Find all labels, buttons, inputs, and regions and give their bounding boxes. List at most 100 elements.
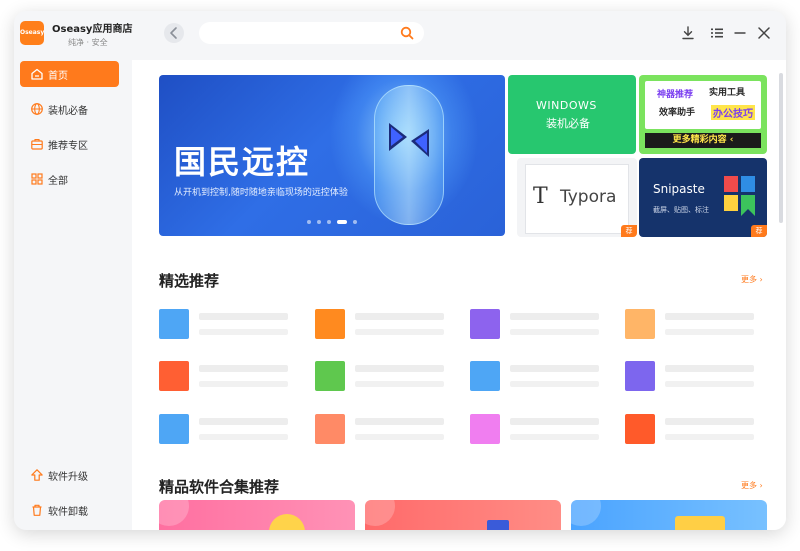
banner-title: 国民远控 — [174, 143, 311, 181]
app-card[interactable] — [625, 361, 765, 393]
carousel-dots — [307, 220, 357, 224]
app-card[interactable] — [625, 414, 765, 446]
app-icon — [470, 309, 500, 339]
close-button[interactable] — [756, 25, 772, 41]
collection-card[interactable] — [159, 500, 355, 530]
app-desc-placeholder — [355, 434, 444, 440]
app-card[interactable] — [159, 309, 299, 341]
tile-text: 效率助手 — [659, 108, 696, 118]
app-card[interactable] — [470, 361, 610, 393]
sidebar-item-recommended[interactable]: 推荐专区 — [20, 131, 119, 157]
back-button[interactable] — [164, 23, 184, 43]
app-desc-placeholder — [510, 381, 599, 387]
grid-icon — [30, 172, 44, 186]
app-icon — [159, 361, 189, 391]
app-name-placeholder — [665, 418, 754, 425]
collection-illustration — [269, 514, 305, 530]
app-name-placeholder — [510, 313, 599, 320]
tile-inner-card: 神器推荐 实用工具 效率助手 办公技巧 — [645, 81, 761, 129]
more-link-featured[interactable]: 更多 › — [741, 274, 763, 285]
carousel-dot[interactable] — [353, 220, 357, 224]
menu-button[interactable] — [709, 25, 725, 41]
recommend-badge: 荐 — [621, 225, 637, 237]
app-icon — [625, 309, 655, 339]
hero-banner[interactable]: 国民远控 从开机到控制,随时随地亲临现场的远控体验 — [159, 75, 505, 236]
app-icon — [315, 414, 345, 444]
carousel-dot[interactable] — [307, 220, 311, 224]
app-card[interactable] — [470, 414, 610, 446]
download-icon — [682, 26, 694, 40]
collection-illustration — [675, 516, 725, 530]
tile-more-bar: 更多精彩内容 ‹ — [645, 133, 761, 148]
app-desc-placeholder — [510, 434, 599, 440]
app-desc-placeholder — [665, 381, 754, 387]
tile-app-name: Snipaste — [653, 182, 705, 196]
app-card[interactable] — [625, 309, 765, 341]
remote-control-logo-icon — [389, 123, 429, 157]
app-desc-placeholder — [510, 329, 599, 335]
scrollbar[interactable] — [779, 73, 783, 223]
tile-text: 神器推荐 — [657, 90, 694, 100]
sidebar-item-all[interactable]: 全部 — [20, 166, 119, 192]
minimize-icon — [734, 32, 746, 34]
collection-card[interactable] — [571, 500, 767, 530]
section-title-collections: 精品软件合集推荐 — [159, 478, 280, 496]
sidebar-item-upgrade[interactable]: 软件升级 — [20, 462, 119, 488]
tile-typora[interactable]: T Typora 荐 — [517, 158, 637, 237]
app-name-placeholder — [510, 365, 599, 372]
carousel-dot-active[interactable] — [337, 220, 347, 224]
tile-text: 办公技巧 — [711, 105, 755, 120]
typora-logo: T — [533, 184, 548, 209]
app-tagline: 纯净 · 安全 — [68, 38, 108, 47]
banner-subtitle: 从开机到控制,随时随地亲临现场的远控体验 — [174, 188, 348, 198]
app-name-placeholder — [355, 313, 444, 320]
carousel-dot[interactable] — [327, 220, 331, 224]
app-icon — [159, 309, 189, 339]
download-button[interactable] — [680, 25, 696, 41]
app-card[interactable] — [315, 361, 455, 393]
app-card[interactable] — [470, 309, 610, 341]
collection-card[interactable] — [365, 500, 561, 530]
tile-title: WINDOWS — [536, 99, 597, 112]
sidebar: 首页 装机必备 推荐专区 全部 软件升级 软件卸载 — [14, 61, 132, 530]
sidebar-item-home[interactable]: 首页 — [20, 61, 119, 87]
globe-icon — [30, 102, 44, 116]
app-desc-placeholder — [199, 434, 288, 440]
sidebar-item-uninstall[interactable]: 软件卸载 — [20, 497, 119, 523]
upgrade-icon — [30, 468, 44, 482]
app-window: Oseasy Oseasy应用商店 纯净 · 安全 首页 装机必备 推荐专区 全… — [14, 11, 786, 530]
close-icon — [758, 27, 770, 39]
app-icon — [315, 309, 345, 339]
app-name-placeholder — [510, 418, 599, 425]
app-card[interactable] — [159, 414, 299, 446]
app-icon — [625, 361, 655, 391]
app-name-placeholder — [199, 365, 288, 372]
app-desc-placeholder — [355, 381, 444, 387]
app-card[interactable] — [315, 414, 455, 446]
search-input[interactable] — [199, 22, 424, 44]
app-card[interactable] — [159, 361, 299, 393]
sidebar-item-essentials[interactable]: 装机必备 — [20, 96, 119, 122]
app-desc-placeholder — [665, 329, 754, 335]
app-icon — [470, 414, 500, 444]
decor-bubble — [571, 500, 601, 526]
app-icon — [159, 414, 189, 444]
more-link-collections[interactable]: 更多 › — [741, 480, 763, 491]
app-icon — [625, 414, 655, 444]
app-desc-placeholder — [199, 329, 288, 335]
sidebar-item-label: 装机必备 — [48, 105, 88, 117]
app-name-placeholder — [199, 313, 288, 320]
carousel-dot[interactable] — [317, 220, 321, 224]
menu-icon — [711, 28, 723, 38]
tile-tools-tips[interactable]: 神器推荐 实用工具 效率助手 办公技巧 更多精彩内容 ‹ — [639, 75, 767, 154]
tile-snipaste[interactable]: Snipaste 截屏、贴图、标注 荐 — [639, 158, 767, 237]
app-name-placeholder — [665, 365, 754, 372]
tile-windows-essentials[interactable]: WINDOWS 装机必备 — [508, 75, 636, 154]
app-card[interactable] — [315, 309, 455, 341]
section-title-featured: 精选推荐 — [159, 272, 220, 290]
tile-app-name: Typora — [560, 187, 617, 207]
main-content: 国民远控 从开机到控制,随时随地亲临现场的远控体验 WINDOWS 装机必备 神… — [132, 60, 786, 530]
tile-app-desc: 截屏、贴图、标注 — [653, 206, 709, 214]
minimize-button[interactable] — [732, 25, 748, 41]
search-icon[interactable] — [400, 26, 414, 40]
